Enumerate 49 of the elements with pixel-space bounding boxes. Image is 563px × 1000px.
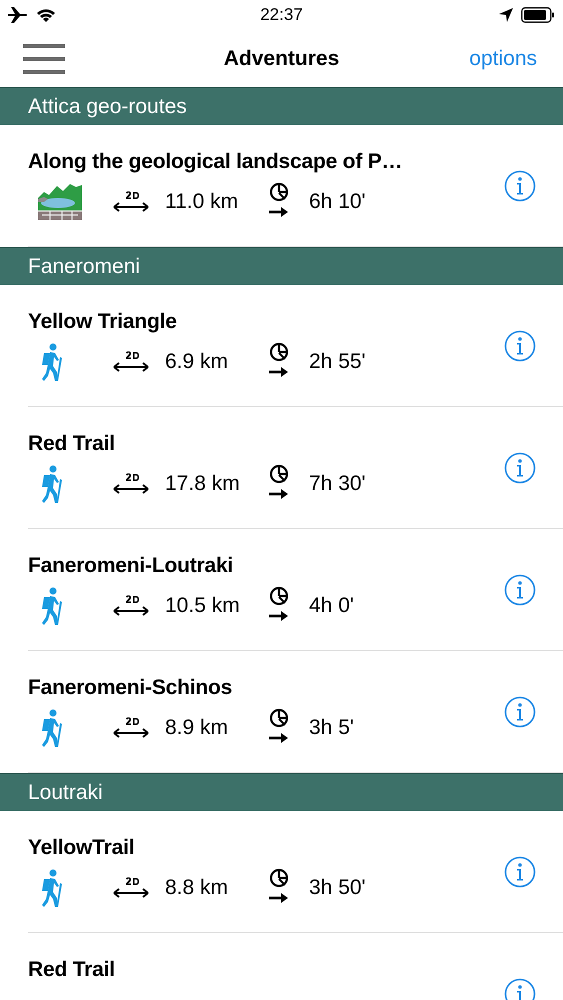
info-icon[interactable] [504,170,536,202]
route-title: Faneromeni-Loutraki [28,554,234,578]
wifi-icon [36,8,56,22]
duration-text: 3h 5' [309,716,354,740]
distance-text: 6.9 km [165,350,230,374]
info-icon[interactable] [504,330,536,362]
status-time: 22:37 [260,5,303,25]
route-row[interactable]: YellowTrail 8.8 km 3h 50' [28,811,563,933]
distance-text: 11.0 km [165,190,240,214]
menu-button[interactable] [23,44,65,74]
section-header: Attica geo-routes [0,87,563,125]
distance-text: 8.9 km [165,716,230,740]
duration-text: 2h 55' [309,350,366,374]
distance-text: 10.5 km [165,594,241,618]
route-row[interactable]: Faneromeni-Loutraki 10.5 km 4h 0' [28,529,563,651]
route-title: Red Trail [28,958,116,982]
info-icon[interactable] [504,856,536,888]
route-title: Along the geological landscape of P… [28,150,404,174]
distance-2d-icon [113,472,149,494]
info-icon[interactable] [504,696,536,728]
screen-title: Adventures [224,46,340,70]
duration-text: 3h 50' [309,876,366,900]
route-row[interactable]: Yellow Triangle 6.9 km 2h 55' [28,285,563,407]
duration-text: 4h 0' [309,594,354,618]
distance-2d-icon [113,716,149,738]
section-header: Loutraki [0,773,563,811]
route-row[interactable]: Red Trail [28,933,563,1000]
distance-text: 17.8 km [165,472,241,496]
route-row[interactable]: Red Trail 17.8 km 7h 30' [28,407,563,529]
landscape-icon [38,184,82,220]
route-title: Faneromeni-Schinos [28,676,234,700]
duration-text: 6h 10' [309,190,366,214]
distance-2d-icon [113,594,149,616]
info-icon[interactable] [504,452,536,484]
route-title: YellowTrail [28,836,136,860]
distance-2d-icon [113,350,149,372]
options-button[interactable]: options [469,46,537,70]
distance-text: 8.8 km [165,876,230,900]
distance-2d-icon [113,190,149,212]
distance-2d-icon [113,876,149,898]
location-arrow-icon [499,8,513,22]
airplane-icon [8,7,28,23]
battery-icon [521,7,555,23]
section-header: Faneromeni [0,247,563,285]
menu-icon [23,44,65,74]
route-title: Red Trail [28,432,116,456]
duration-text: 7h 30' [309,472,366,496]
info-icon[interactable] [504,574,536,606]
route-title: Yellow Triangle [28,310,178,334]
